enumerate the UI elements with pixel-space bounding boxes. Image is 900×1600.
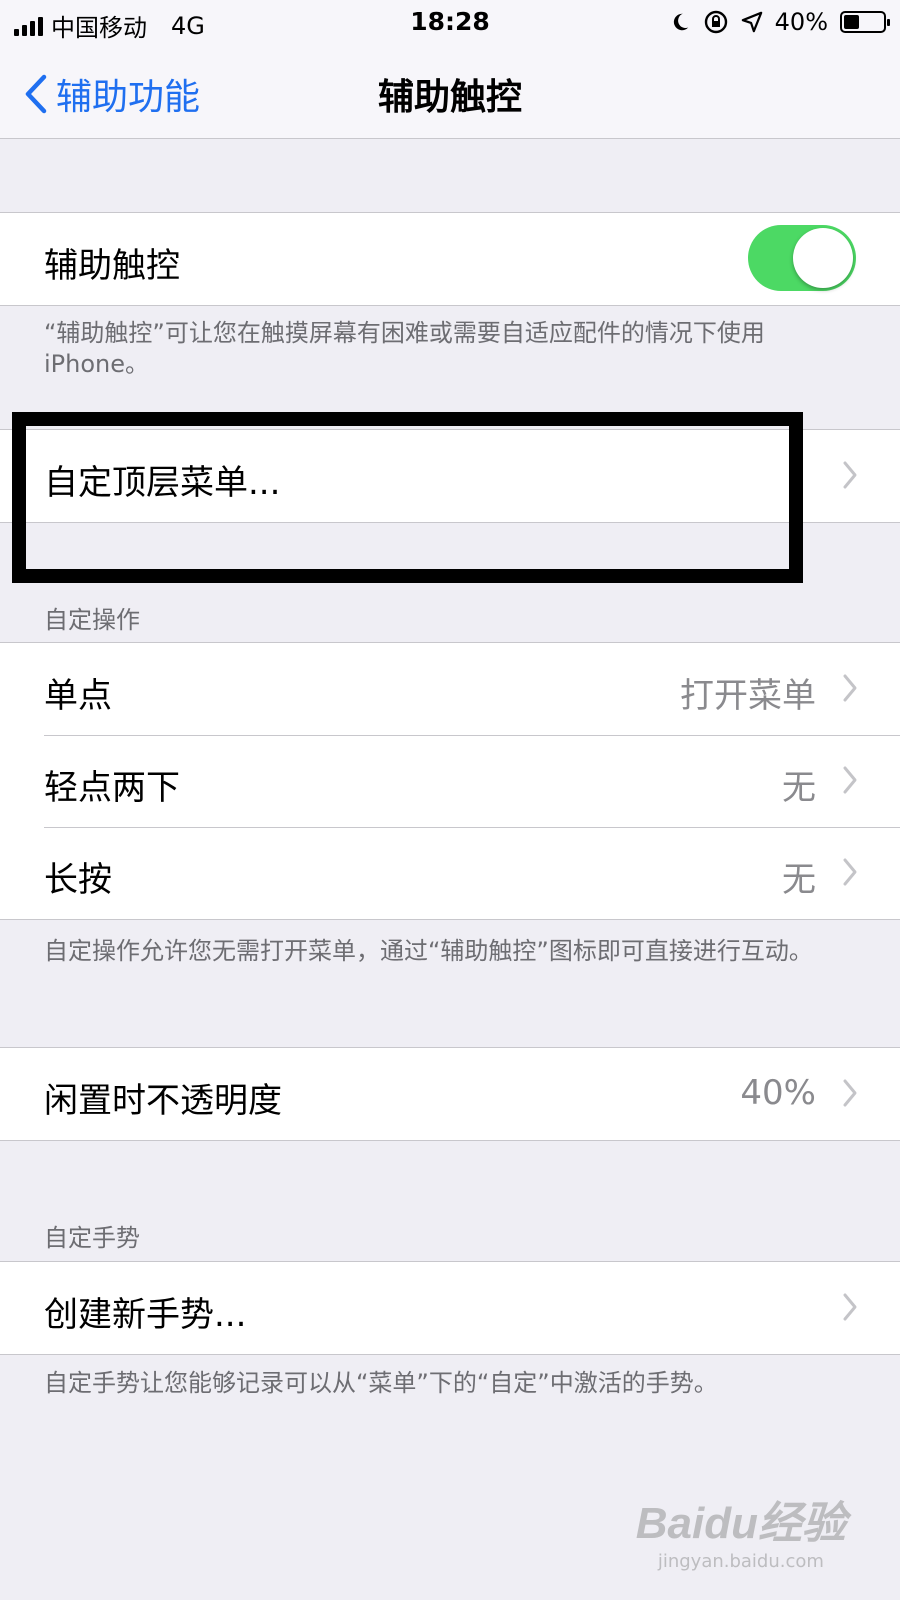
chevron-right-icon <box>843 766 857 794</box>
battery-percent: 40% <box>774 8 828 36</box>
chevron-right-icon <box>843 1293 857 1321</box>
chevron-right-icon <box>843 858 857 886</box>
long-press-label: 长按 <box>44 860 112 900</box>
status-bar: 中国移动 4G 18:28 40% <box>0 0 900 46</box>
custom-gestures-footer: 自定手势让您能够记录可以从“菜单”下的“自定”中激活的手势。 <box>44 1369 718 1397</box>
create-gesture-label: 创建新手势... <box>44 1295 247 1335</box>
assistive-touch-toggle[interactable] <box>748 225 856 291</box>
custom-actions-header: 自定操作 <box>44 606 140 634</box>
idle-opacity-label: 闲置时不透明度 <box>44 1081 282 1121</box>
create-gesture-row[interactable]: 创建新手势... <box>0 1262 900 1354</box>
location-icon <box>741 11 762 33</box>
moon-icon <box>673 13 688 31</box>
custom-actions-group: 单点 打开菜单 轻点两下 无 长按 无 <box>0 642 900 920</box>
custom-gestures-header: 自定手势 <box>44 1224 140 1252</box>
long-press-value: 无 <box>782 860 816 900</box>
long-press-row[interactable]: 长按 无 <box>0 827 900 919</box>
idle-opacity-value: 40% <box>740 1073 816 1113</box>
battery-fill <box>844 15 860 29</box>
single-tap-value: 打开菜单 <box>680 676 816 716</box>
highlight-annotation-box <box>12 412 803 583</box>
idle-opacity-row[interactable]: 闲置时不透明度 40% <box>0 1048 900 1140</box>
chevron-right-icon <box>843 461 857 489</box>
toggle-knob <box>793 228 853 288</box>
assistive-touch-footer: “辅助触控”可让您在触摸屏幕有困难或需要自适应配件的情况下使用 iPhone。 <box>44 319 765 378</box>
double-tap-label: 轻点两下 <box>44 768 180 808</box>
assistive-touch-label: 辅助触控 <box>44 246 180 286</box>
double-tap-row[interactable]: 轻点两下 无 <box>0 735 900 827</box>
baidu-watermark: Baidu经验 jingyan.baidu.com <box>636 1487 846 1572</box>
navigation-bar: 辅助功能 辅助触控 <box>0 46 900 139</box>
chevron-right-icon <box>843 674 857 702</box>
status-right: 40% <box>669 8 890 36</box>
single-tap-label: 单点 <box>44 676 112 716</box>
custom-gestures-group: 创建新手势... <box>0 1261 900 1355</box>
custom-actions-footer: 自定操作允许您无需打开菜单，通过“辅助触控”图标即可直接进行互动。 <box>44 937 813 965</box>
watermark-site: jingyan.baidu.com <box>657 1551 824 1572</box>
rotation-lock-icon <box>704 10 727 34</box>
idle-opacity-group: 闲置时不透明度 40% <box>0 1047 900 1141</box>
watermark-logo: Baidu经验 <box>635 1499 846 1548</box>
assistive-touch-row: 辅助触控 <box>0 213 900 305</box>
double-tap-value: 无 <box>782 768 816 808</box>
battery-icon <box>840 11 890 33</box>
single-tap-row[interactable]: 单点 打开菜单 <box>0 643 900 735</box>
assistive-touch-group: 辅助触控 <box>0 212 900 306</box>
page-title: 辅助触控 <box>377 77 522 118</box>
chevron-right-icon <box>843 1079 857 1107</box>
